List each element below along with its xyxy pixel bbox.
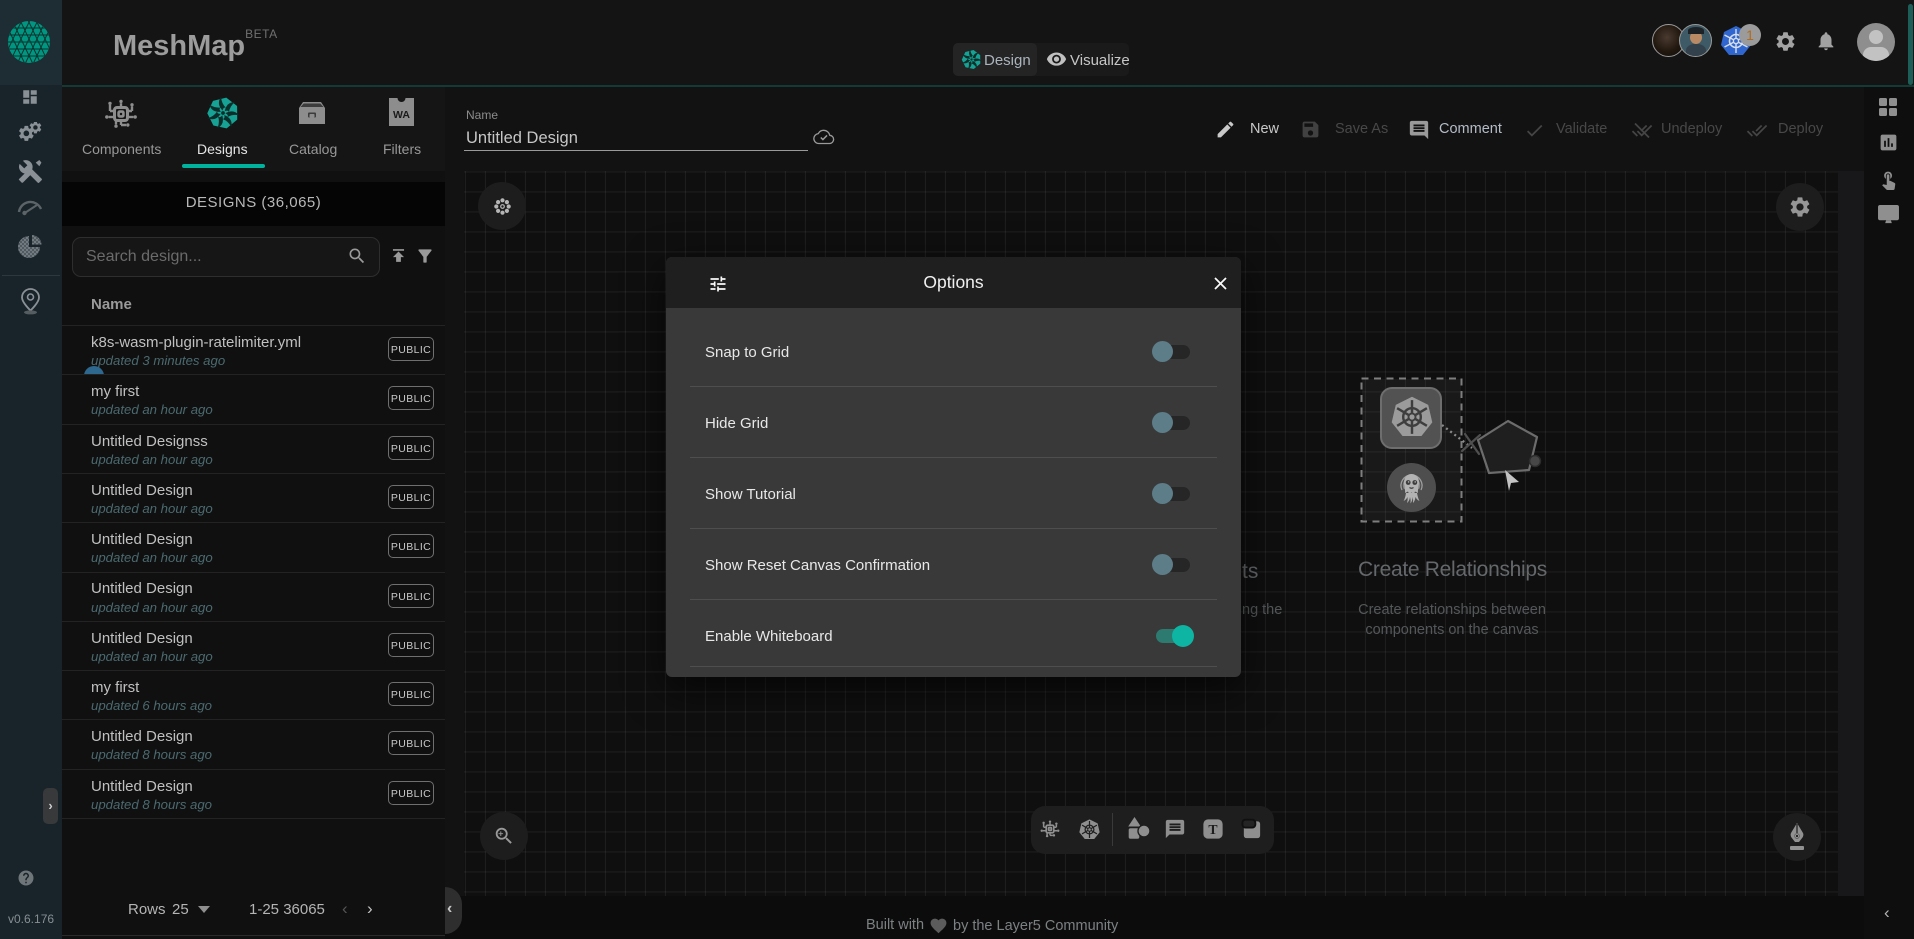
svg-text:WA: WA (393, 109, 410, 121)
svg-text:T: T (1208, 822, 1217, 837)
